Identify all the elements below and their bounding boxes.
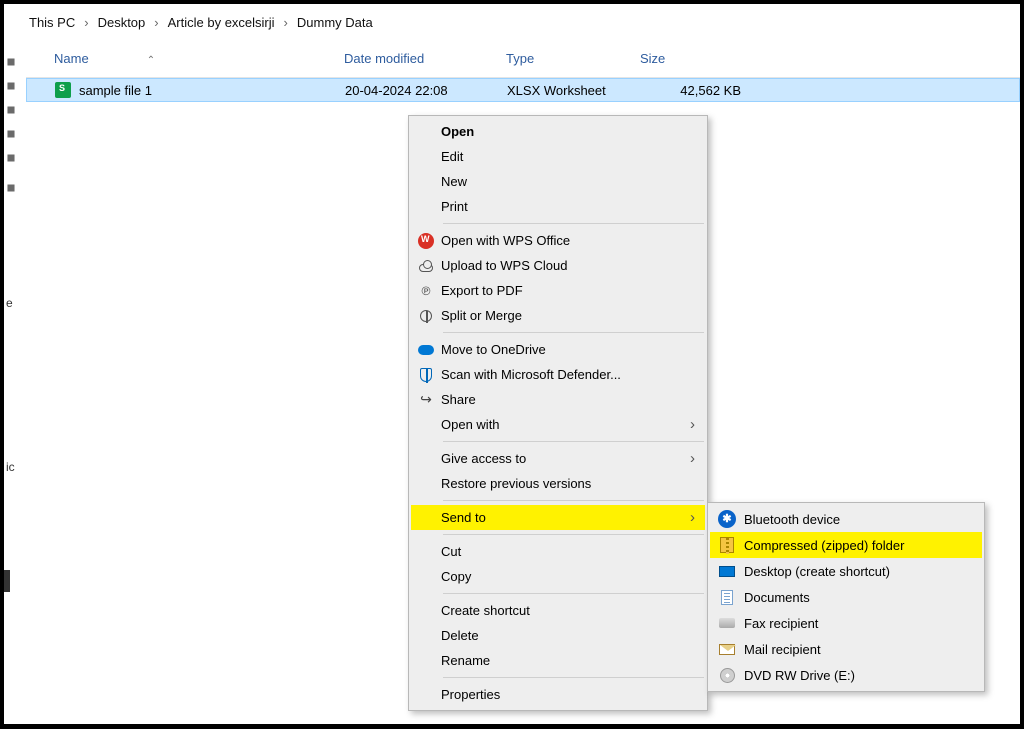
onedrive-icon (418, 342, 434, 358)
chevron-right-icon: › (690, 450, 695, 467)
submenu-dvd-drive[interactable]: DVD RW Drive (E:) (710, 662, 982, 688)
menu-delete[interactable]: Delete (411, 623, 705, 648)
menu-shortcut[interactable]: Create shortcut (411, 598, 705, 623)
menu-separator (443, 500, 704, 501)
menu-separator (443, 223, 704, 224)
breadcrumb[interactable]: This PC › Desktop › Article by excelsirj… (26, 4, 1020, 40)
menu-open-wps[interactable]: Open with WPS Office (411, 228, 705, 253)
menu-print[interactable]: Print (411, 194, 705, 219)
menu-share[interactable]: ↪Share (411, 387, 705, 412)
file-size: 42,562 KB (641, 83, 741, 98)
submenu-bluetooth[interactable]: ✱Bluetooth device (710, 506, 982, 532)
xlsx-file-icon (55, 82, 71, 98)
submenu-fax[interactable]: Fax recipient (710, 610, 982, 636)
chevron-right-icon: › (78, 15, 94, 30)
share-icon: ↪ (418, 392, 434, 408)
file-name: sample file 1 (79, 83, 345, 98)
desktop-icon (718, 562, 736, 580)
cloud-icon (418, 258, 434, 274)
column-headers: Name⌃ Date modified Type Size (26, 40, 1020, 78)
documents-icon (718, 588, 736, 606)
menu-separator (443, 534, 704, 535)
menu-cut[interactable]: Cut (411, 539, 705, 564)
menu-new[interactable]: New (411, 169, 705, 194)
menu-onedrive[interactable]: Move to OneDrive (411, 337, 705, 362)
send-to-submenu: ✱Bluetooth device Compressed (zipped) fo… (707, 502, 985, 692)
menu-copy[interactable]: Copy (411, 564, 705, 589)
nav-item-pinned[interactable] (4, 148, 26, 172)
breadcrumb-item[interactable]: Article by excelsirji (165, 15, 278, 30)
menu-rename[interactable]: Rename (411, 648, 705, 673)
split-icon (418, 308, 434, 324)
nav-item-pinned[interactable] (4, 76, 26, 100)
nav-item-pinned[interactable] (4, 178, 26, 202)
nav-pane-fragment: e ic (4, 52, 26, 712)
context-menu: Open Edit New Print Open with WPS Office… (408, 115, 708, 711)
chevron-right-icon: › (690, 416, 695, 433)
file-type: XLSX Worksheet (507, 83, 641, 98)
breadcrumb-item[interactable]: Desktop (95, 15, 149, 30)
zip-folder-icon (718, 536, 736, 554)
submenu-compressed-folder[interactable]: Compressed (zipped) folder (710, 532, 982, 558)
menu-upload-wps[interactable]: Upload to WPS Cloud (411, 253, 705, 278)
menu-edit[interactable]: Edit (411, 144, 705, 169)
menu-send-to[interactable]: Send to› (411, 505, 705, 530)
menu-open[interactable]: Open (411, 119, 705, 144)
menu-export-pdf[interactable]: ℗Export to PDF (411, 278, 705, 303)
menu-split-merge[interactable]: Split or Merge (411, 303, 705, 328)
mail-icon (718, 640, 736, 658)
menu-restore[interactable]: Restore previous versions (411, 471, 705, 496)
nav-item-fragment[interactable]: ic (4, 456, 26, 480)
pdf-icon: ℗ (418, 283, 434, 299)
submenu-desktop-shortcut[interactable]: Desktop (create shortcut) (710, 558, 982, 584)
chevron-right-icon: › (278, 15, 294, 30)
menu-separator (443, 441, 704, 442)
breadcrumb-item[interactable]: This PC (26, 15, 78, 30)
header-date[interactable]: Date modified (344, 51, 506, 66)
nav-item-pinned[interactable] (4, 124, 26, 148)
explorer-window: e ic This PC › Desktop › Article by exce… (4, 4, 1020, 724)
nav-item-fragment[interactable]: e (4, 292, 26, 316)
disc-icon (718, 666, 736, 684)
wps-icon (418, 233, 434, 249)
header-type[interactable]: Type (506, 51, 640, 66)
submenu-mail[interactable]: Mail recipient (710, 636, 982, 662)
nav-item-pinned[interactable] (4, 100, 26, 124)
file-row-selected[interactable]: sample file 1 20-04-2024 22:08 XLSX Work… (26, 78, 1020, 102)
submenu-documents[interactable]: Documents (710, 584, 982, 610)
breadcrumb-item[interactable]: Dummy Data (294, 15, 376, 30)
chevron-right-icon: › (690, 509, 695, 526)
bluetooth-icon: ✱ (718, 510, 736, 528)
menu-properties[interactable]: Properties (411, 682, 705, 707)
menu-open-with[interactable]: Open with› (411, 412, 705, 437)
menu-separator (443, 593, 704, 594)
nav-item-fragment[interactable] (4, 570, 10, 592)
menu-defender[interactable]: Scan with Microsoft Defender... (411, 362, 705, 387)
nav-item-pinned[interactable] (4, 52, 26, 76)
file-date: 20-04-2024 22:08 (345, 83, 507, 98)
menu-separator (443, 677, 704, 678)
fax-icon (718, 614, 736, 632)
header-name[interactable]: Name⌃ (54, 51, 344, 66)
sort-asc-icon: ⌃ (147, 55, 155, 66)
chevron-right-icon: › (148, 15, 164, 30)
shield-icon (418, 367, 434, 383)
menu-give-access[interactable]: Give access to› (411, 446, 705, 471)
menu-separator (443, 332, 704, 333)
header-size[interactable]: Size (640, 51, 740, 66)
